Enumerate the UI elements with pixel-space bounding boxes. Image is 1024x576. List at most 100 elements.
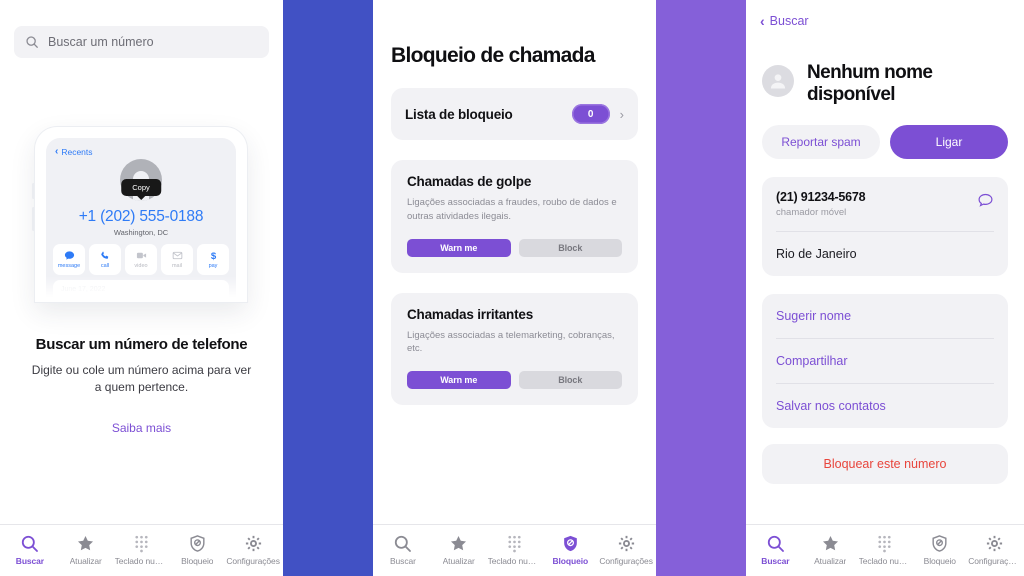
blocklist-row-right: 0 ›	[571, 104, 624, 124]
search-screen-body: Buscar um número ‹ Recents Copy +1 (202)…	[0, 0, 283, 524]
block-button[interactable]: Block	[518, 371, 622, 390]
shield-block-icon	[561, 534, 580, 553]
blocklist-label: Lista de bloqueio	[405, 106, 513, 122]
mock-action-video: video	[125, 244, 157, 275]
nav-item-atualizar[interactable]: Atualizar	[58, 534, 114, 566]
nav-item-bloqueio[interactable]: Bloqueio	[542, 534, 598, 566]
nav-item-teclado-numerico[interactable]: Teclado num...	[114, 534, 170, 566]
contact-name: Nenhum nome disponível	[807, 62, 933, 106]
nav-item-atualizar[interactable]: Atualizar	[803, 534, 858, 566]
blocklist-row[interactable]: Lista de bloqueio 0 ›	[391, 88, 638, 140]
contact-info-card: (21) 91234-5678 chamador móvel Rio de Ja…	[762, 176, 1008, 276]
nav-label: Teclado numérico	[858, 555, 912, 566]
phone-number: (21) 91234-5678	[776, 189, 866, 204]
nav-label: Atualizar	[814, 555, 847, 566]
save-to-contacts-link[interactable]: Salvar nos contatos	[776, 382, 994, 428]
search-input[interactable]: Buscar um número	[14, 26, 269, 58]
link-label: Sugerir nome	[776, 308, 852, 323]
person-icon	[770, 74, 786, 89]
suggest-name-link[interactable]: Sugerir nome	[776, 294, 994, 338]
report-spam-button[interactable]: Reportar spam	[762, 124, 880, 159]
shield-block-icon	[188, 534, 207, 553]
nav-item-teclado-numerico[interactable]: Teclado numérico	[487, 534, 543, 566]
page-subtitle: Digite ou cole um número acima para ver …	[31, 363, 252, 395]
phone-screen: ‹ Recents Copy +1 (202) 555-0188 Washing…	[46, 138, 236, 302]
category-block: Chamadas de golpe Ligações associadas a …	[391, 160, 638, 273]
mock-action-mail: mail	[161, 244, 193, 275]
mock-action-pay: $ pay	[197, 244, 229, 275]
call-blocking-body: Bloqueio de chamada Lista de bloqueio 0 …	[373, 0, 656, 524]
back-button[interactable]: ‹ Buscar	[746, 0, 1024, 28]
block-number-button[interactable]: Bloquear este número	[762, 443, 1008, 484]
nav-item-configuracoes[interactable]: Configurações	[967, 534, 1022, 566]
mock-action-label: mail	[171, 263, 183, 269]
city-row: Rio de Janeiro	[776, 230, 994, 276]
warn-me-button[interactable]: Warn me	[407, 371, 511, 390]
mock-avatar-area: Copy	[46, 159, 236, 201]
star-icon	[76, 534, 95, 553]
svg-text:$: $	[210, 251, 216, 261]
mock-action-label: video	[134, 263, 148, 269]
nav-label: Configurações	[599, 555, 653, 566]
bottom-navigation: Buscar Atualizar Teclado numérico	[373, 524, 656, 576]
category-card-nuisance: Chamadas irritantes Ligações associadas …	[391, 292, 638, 406]
mock-action-label: pay	[208, 263, 218, 269]
category-description: Ligações associadas a fraudes, roubo de …	[407, 197, 617, 222]
contact-links-card: Sugerir nome Compartilhar Salvar nos con…	[762, 293, 1008, 428]
bottom-navigation: Buscar Atualizar Teclado num... Bloqueio…	[0, 524, 283, 576]
nav-label: Teclado num...	[114, 555, 169, 566]
star-icon	[449, 534, 468, 553]
nav-item-atualizar[interactable]: Atualizar	[431, 534, 487, 566]
nav-item-buscar[interactable]: Buscar	[2, 534, 58, 566]
nav-item-configuracoes[interactable]: Configurações	[598, 534, 654, 566]
dialpad-icon	[505, 534, 524, 553]
nav-label: Buscar	[15, 555, 45, 566]
shield-block-icon	[930, 534, 949, 553]
mock-action-message: message	[53, 244, 85, 275]
gear-icon	[985, 534, 1004, 553]
mock-back-label: Recents	[61, 147, 93, 157]
nav-item-buscar[interactable]: Buscar	[375, 534, 431, 566]
chevron-right-icon: ›	[619, 106, 624, 122]
category-description: Ligações associadas a telemarketing, cob…	[407, 329, 615, 355]
phone-number-type: chamador móvel	[776, 206, 847, 218]
search-icon	[20, 534, 39, 553]
nav-item-bloqueio[interactable]: Bloqueio	[169, 534, 225, 566]
call-blocking-screen: Bloqueio de chamada Lista de bloqueio 0 …	[373, 0, 656, 576]
block-button[interactable]: Block	[518, 238, 622, 257]
contact-actions: Reportar spam Ligar	[746, 107, 1024, 159]
phone-number-row[interactable]: (21) 91234-5678 chamador móvel	[776, 177, 994, 231]
link-label: Salvar nos contatos	[776, 398, 886, 413]
nav-item-teclado-numerico[interactable]: Teclado numérico	[858, 534, 913, 566]
nav-label: Configurações	[968, 555, 1021, 566]
nav-label: Atualizar	[442, 555, 475, 566]
star-icon	[821, 534, 840, 553]
phone-mockup-illustration: ‹ Recents Copy +1 (202) 555-0188 Washing…	[32, 127, 247, 302]
message-bubble-icon[interactable]	[977, 192, 994, 209]
nav-item-bloqueio[interactable]: Bloqueio	[912, 534, 967, 566]
chevron-left-icon: ‹	[55, 146, 59, 157]
call-button[interactable]: Ligar	[890, 124, 1008, 159]
search-icon	[766, 534, 785, 553]
nav-item-buscar[interactable]: Buscar	[748, 534, 803, 566]
dollar-icon: $	[208, 250, 219, 261]
nav-label: Bloqueio	[923, 555, 956, 566]
blocklist-card[interactable]: Lista de bloqueio 0 ›	[391, 88, 638, 140]
nav-label: Atualizar	[69, 555, 102, 566]
mock-action-call: call	[89, 244, 121, 275]
search-input-placeholder: Buscar um número	[48, 35, 154, 49]
category-card-scam: Chamadas de golpe Ligações associadas a …	[391, 160, 638, 273]
share-link[interactable]: Compartilhar	[776, 337, 994, 383]
category-toggle-group: Warn me Block	[407, 371, 622, 390]
screenshot-stage: Buscar um número ‹ Recents Copy +1 (202)…	[0, 0, 1024, 576]
nav-label: Bloqueio	[552, 555, 589, 566]
warn-me-button[interactable]: Warn me	[407, 238, 511, 257]
mock-phone-location: Washington, DC	[113, 228, 169, 237]
category-title: Chamadas de golpe	[407, 174, 532, 189]
nav-item-configuracoes[interactable]: Configurações	[225, 534, 281, 566]
back-label: Buscar	[769, 14, 809, 28]
learn-more-link[interactable]: Saiba mais	[0, 421, 283, 435]
divider-strip-blue	[283, 0, 373, 576]
mock-action-label: message	[57, 263, 81, 269]
contact-header: Nenhum nome disponível	[746, 28, 1024, 107]
